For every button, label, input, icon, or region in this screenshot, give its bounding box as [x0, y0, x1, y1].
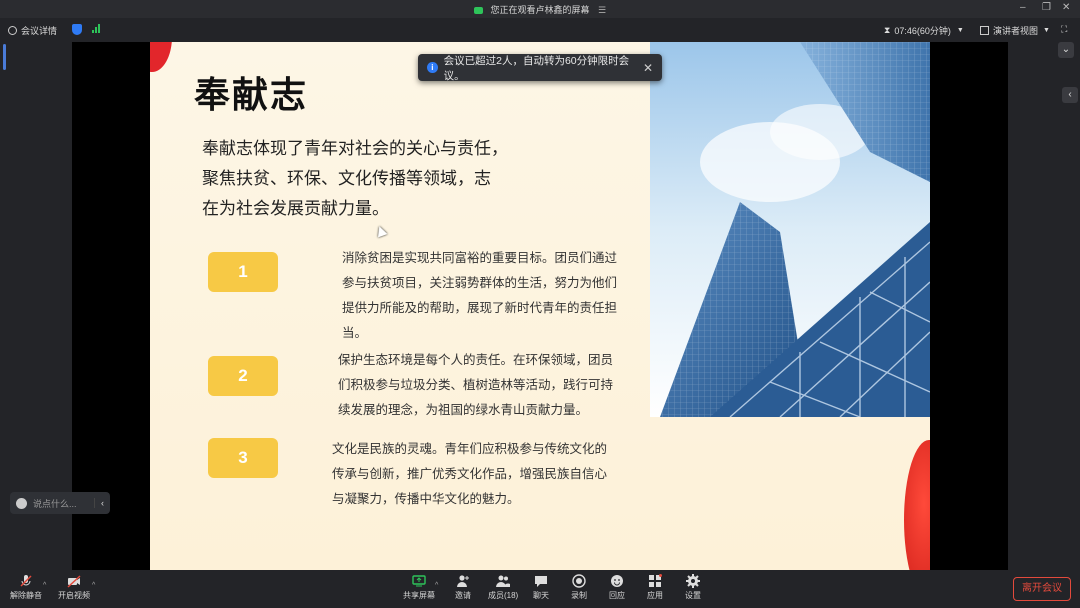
- shared-screen: 奉献志 奉献志体现了青年对社会的关心与责任， 聚焦扶贫、环保、文化传播等领域，志…: [72, 42, 1008, 570]
- decorative-ribbon: [904, 440, 930, 570]
- apps-label: 应用: [647, 591, 663, 600]
- list-icon[interactable]: ☰: [598, 5, 606, 15]
- emoji-icon[interactable]: [16, 497, 27, 509]
- close-icon[interactable]: ✕: [1062, 2, 1070, 13]
- security-shield-icon[interactable]: [72, 24, 82, 35]
- gear-icon: [686, 574, 700, 588]
- building-photo: [650, 42, 930, 417]
- paragraph-line: 消除贫困是实现共同富裕的重要目标。团员们通过: [342, 250, 618, 265]
- meeting-top-bar: 会议详情 ⧗ 07:46(60分钟) ▼ 演讲者视图 ▼ ⛶: [0, 18, 1080, 42]
- intro-line: 在为社会发展贡献力量。: [202, 199, 389, 218]
- bottom-toolbar: 解除静音 ^ 开启视频 ^ 共享屏幕 ^ 邀请 成员(18) 聊天 录制 回应 …: [0, 570, 1080, 608]
- unmute-label: 解除静音: [10, 591, 42, 600]
- scroll-indicator[interactable]: [3, 44, 6, 70]
- intro-line: 奉献志体现了青年对社会的关心与责任，: [202, 139, 508, 158]
- number-badge: 2: [208, 356, 278, 396]
- chat-button[interactable]: 聊天: [533, 574, 549, 601]
- meeting-timer[interactable]: ⧗ 07:46(60分钟) ▼: [884, 24, 964, 37]
- start-video-button[interactable]: 开启视频: [58, 574, 90, 601]
- slide-intro: 奉献志体现了青年对社会的关心与责任， 聚焦扶贫、环保、文化传播等领域，志 在为社…: [202, 134, 522, 224]
- minimize-icon[interactable]: –: [1020, 2, 1026, 13]
- unmute-button[interactable]: 解除静音: [10, 574, 42, 601]
- view-mode-button[interactable]: 演讲者视图 ▼: [980, 24, 1050, 37]
- members-label: 成员(18): [488, 591, 519, 600]
- invite-label: 邀请: [455, 591, 471, 600]
- chevron-up-icon[interactable]: ^: [92, 582, 95, 589]
- chevron-down-icon[interactable]: ⌄: [1058, 42, 1074, 58]
- info-icon: [8, 26, 17, 35]
- paragraph-line: 传承与创新，推广优秀文化作品，增强民族自信心: [332, 466, 608, 481]
- right-panel: ⌄ ‹: [1008, 42, 1080, 570]
- intro-line: 聚焦扶贫、环保、文化传播等领域，志: [202, 169, 491, 188]
- reaction-label: 回应: [609, 591, 625, 600]
- paragraph-line: 文化是民族的灵魂。青年们应积极参与传统文化的: [332, 441, 608, 456]
- mouse-cursor-icon: [374, 224, 388, 238]
- apps-button[interactable]: 应用: [647, 574, 663, 601]
- item-paragraph: 消除贫困是实现共同富裕的重要目标。团员们通过 参与扶贫项目，关注弱势群体的生活，…: [342, 245, 647, 345]
- notification-message: 会议已超过2人，自动转为60分钟限时会议。: [443, 54, 630, 82]
- members-button[interactable]: 成员(18): [488, 574, 518, 601]
- share-screen-label: 共享屏幕: [403, 591, 435, 600]
- fullscreen-icon[interactable]: ⛶: [1061, 24, 1067, 35]
- settings-label: 设置: [685, 591, 701, 600]
- emoji-reaction-icon: [611, 575, 623, 587]
- presentation-slide: 奉献志 奉献志体现了青年对社会的关心与责任， 聚焦扶贫、环保、文化传播等领域，志…: [150, 42, 930, 570]
- record-icon: [572, 574, 586, 588]
- record-button[interactable]: 录制: [571, 574, 587, 601]
- settings-button[interactable]: 设置: [685, 574, 701, 601]
- camera-off-icon: [67, 575, 81, 588]
- leave-meeting-button[interactable]: 离开会议: [1013, 577, 1071, 601]
- window-title: 您正在观看卢林鑫的屏幕: [490, 5, 590, 15]
- chat-input-pill[interactable]: 说点什么... ‹: [10, 492, 110, 514]
- chevron-up-icon[interactable]: ^: [43, 582, 46, 589]
- share-screen-button[interactable]: 共享屏幕: [403, 574, 435, 601]
- microphone-muted-icon: [20, 575, 32, 587]
- number-badge: 1: [208, 252, 278, 292]
- signal-strength-icon[interactable]: [92, 24, 100, 33]
- time-limit-notification: i 会议已超过2人，自动转为60分钟限时会议。 ✕: [418, 54, 662, 82]
- layout-icon: [980, 26, 989, 35]
- invite-button[interactable]: 邀请: [455, 574, 471, 601]
- info-icon: i: [427, 62, 438, 73]
- chevron-up-icon[interactable]: ^: [435, 582, 438, 589]
- paragraph-line: 保护生态环境是每个人的责任。在环保领域，团员: [338, 352, 614, 367]
- screen-share-indicator-icon: [473, 7, 483, 15]
- meeting-details-label: 会议详情: [21, 26, 58, 36]
- chevron-left-icon[interactable]: ‹: [94, 498, 110, 508]
- record-label: 录制: [571, 591, 587, 600]
- restore-icon[interactable]: ❐: [1042, 2, 1051, 13]
- chat-bubble-icon: [535, 576, 547, 587]
- add-person-icon: [457, 575, 469, 587]
- slide-title: 奉献志: [194, 74, 309, 115]
- number-badge: 3: [208, 438, 278, 478]
- paragraph-line: 提供力所能及的帮助，展现了新时代青年的责任担: [342, 300, 618, 315]
- apps-grid-icon: [649, 574, 662, 587]
- meeting-details-button[interactable]: 会议详情: [8, 24, 57, 37]
- paragraph-line: 与凝聚力，传播中华文化的魅力。: [332, 491, 520, 506]
- chat-label: 聊天: [533, 591, 549, 600]
- chevron-down-icon: ▼: [1043, 27, 1050, 34]
- left-panel: [0, 42, 72, 570]
- chevron-down-icon: ▼: [956, 27, 964, 34]
- item-paragraph: 文化是民族的灵魂。青年们应积极参与传统文化的 传承与创新，推广优秀文化作品，增强…: [332, 436, 637, 511]
- title-bar: 您正在观看卢林鑫的屏幕 ☰ – ❐ ✕: [0, 0, 1080, 18]
- meeting-window: 您正在观看卢林鑫的屏幕 ☰ – ❐ ✕ 会议详情 ⧗ 07:46(60分钟) ▼…: [0, 0, 1080, 608]
- chat-placeholder: 说点什么...: [33, 498, 77, 509]
- paragraph-line: 当。: [342, 325, 368, 340]
- chevron-left-icon[interactable]: ‹: [1062, 87, 1078, 103]
- timer-label: 07:46(60分钟): [894, 26, 951, 36]
- decorative-ribbon: [150, 42, 172, 72]
- start-video-label: 开启视频: [58, 591, 90, 600]
- share-screen-icon: [412, 575, 426, 587]
- item-paragraph: 保护生态环境是每个人的责任。在环保领域，团员 们积极参与垃圾分类、植树造林等活动…: [338, 347, 643, 422]
- paragraph-line: 续发展的理念，为祖国的绿水青山贡献力量。: [338, 402, 589, 417]
- paragraph-line: 参与扶贫项目，关注弱势群体的生活，努力为他们: [342, 275, 618, 290]
- close-icon[interactable]: ✕: [643, 61, 653, 75]
- reaction-button[interactable]: 回应: [609, 574, 625, 601]
- paragraph-line: 们积极参与垃圾分类、植树造林等活动，践行可持: [338, 377, 614, 392]
- view-mode-label: 演讲者视图: [993, 26, 1039, 36]
- members-icon: [496, 575, 511, 587]
- hourglass-icon: ⧗: [884, 25, 891, 35]
